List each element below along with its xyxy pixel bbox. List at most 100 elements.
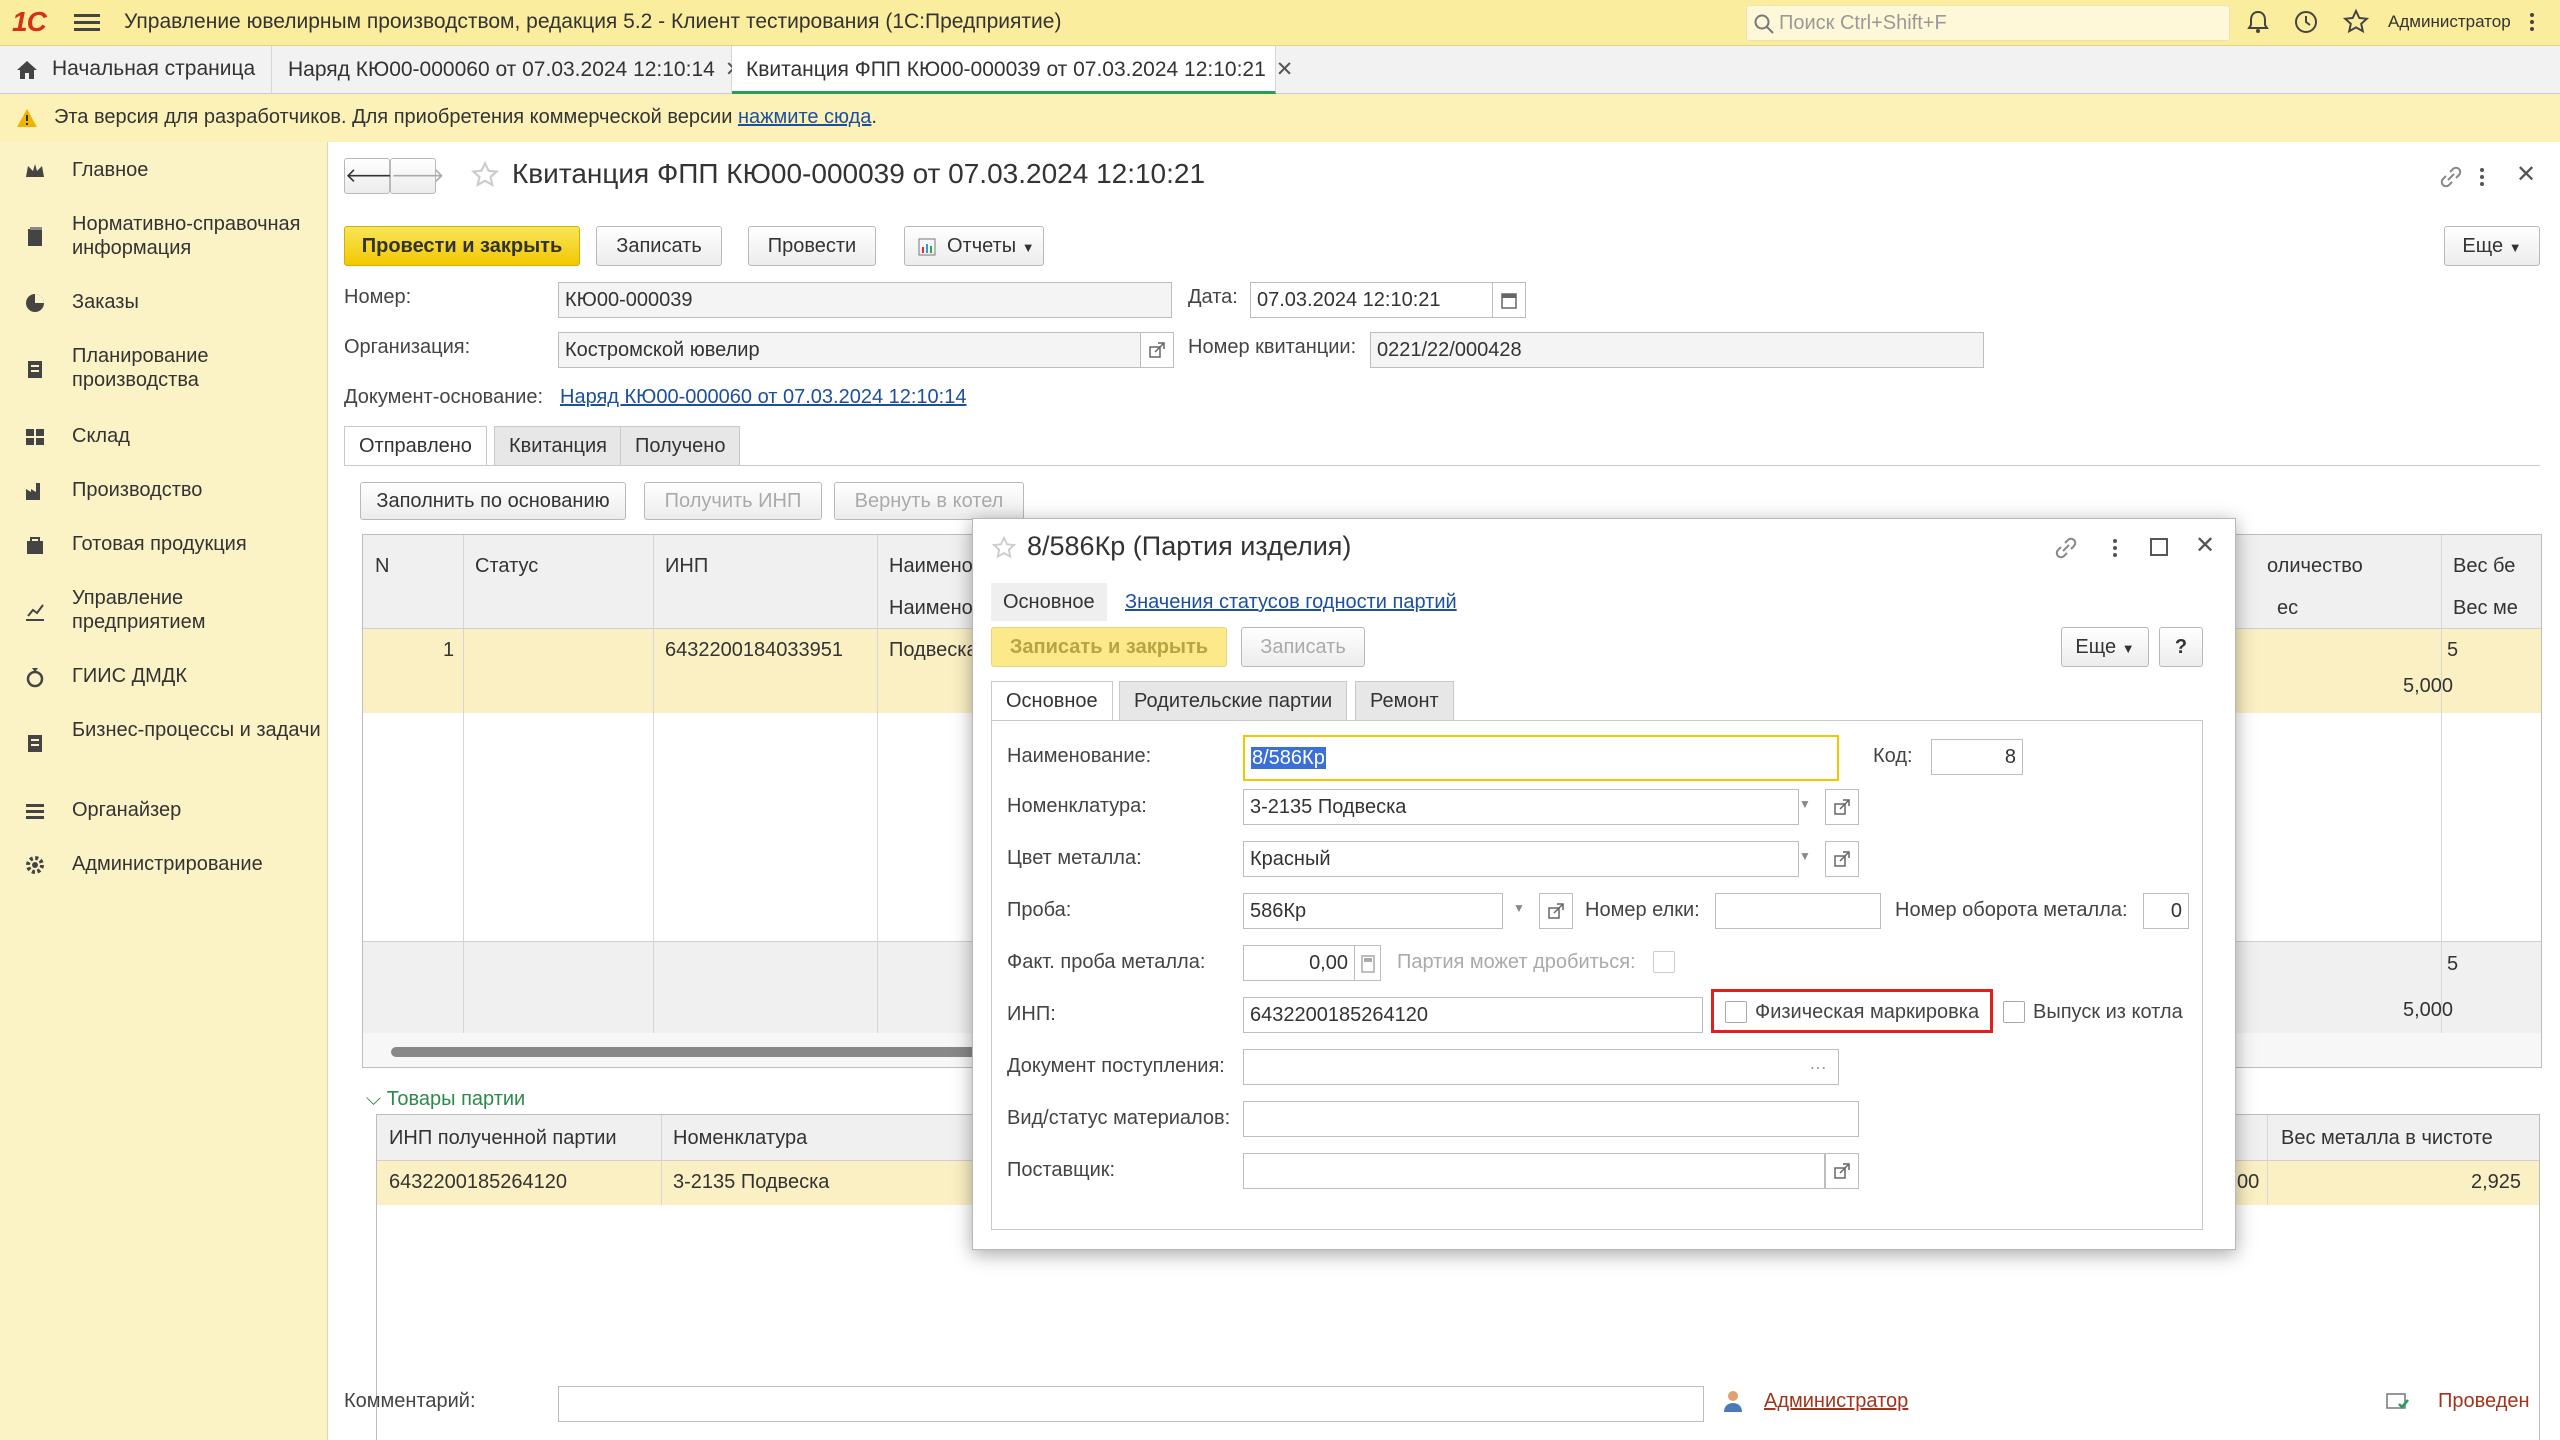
number-field[interactable]: КЮ00-000039 [558, 282, 1172, 318]
base-doc-link[interactable]: Наряд КЮ00-000060 от 07.03.2024 12:10:14 [560, 386, 966, 409]
calendar-icon [1501, 293, 1517, 309]
reports-button[interactable]: Отчеты ▼ [904, 226, 1044, 266]
col-header-metal[interactable]: Вес ме [2453, 597, 2518, 620]
phys-marking-checkbox[interactable] [1725, 1001, 1747, 1023]
fill-from-base-button[interactable]: Заполнить по основанию [360, 482, 626, 520]
date-field[interactable]: 07.03.2024 12:10:21 [1250, 282, 1500, 318]
receipt-no-field[interactable]: 0221/22/000428 [1370, 332, 1984, 368]
select-ellipsis-icon[interactable]: … [1809, 1053, 1827, 1074]
calculator-icon [1361, 955, 1375, 973]
maximize-icon[interactable] [2149, 537, 2169, 557]
buy-link[interactable]: нажмите сюда [738, 106, 871, 128]
dialog-title: 8/586Кр (Партия изделия) [1027, 531, 1352, 561]
release-label: Выпуск из котла [2033, 1001, 2183, 1023]
col-header-status[interactable]: Статус [475, 555, 538, 578]
dialog-tab-repair[interactable]: Ремонт [1355, 681, 1454, 721]
dialog-more-button[interactable]: Еще ▼ [2061, 627, 2149, 667]
chevron-down-icon: ▼ [1021, 240, 1035, 255]
back-button[interactable]: 🡐 [344, 158, 399, 194]
open-org-button[interactable] [1140, 332, 1174, 368]
tab-receipt[interactable]: Квитанция ФПП КЮ00-000039 от 07.03.2024 … [732, 46, 1293, 94]
open-nom-button[interactable] [1825, 789, 1859, 825]
open-probe-button[interactable] [1539, 893, 1573, 929]
comment-field[interactable] [558, 1386, 1704, 1422]
save-and-close-button[interactable]: Записать и закрыть [991, 627, 1227, 667]
col-header-inp[interactable]: ИНП [665, 555, 708, 578]
favorite-star-icon[interactable] [470, 160, 500, 190]
release-checkbox[interactable] [2003, 1001, 2025, 1023]
open-color-button[interactable] [1825, 841, 1859, 877]
book-icon [28, 227, 42, 246]
goods-section-toggle[interactable]: ⌵ Товары партии [366, 1088, 525, 1111]
code-field[interactable]: 8 [1931, 739, 2023, 775]
more-vertical-icon[interactable] [2109, 535, 2121, 561]
author-link[interactable]: Администратор [1764, 1390, 1908, 1413]
probe-field[interactable]: 586Кр [1243, 893, 1503, 929]
tab-received[interactable]: Получено [620, 426, 741, 466]
col-header-weight2[interactable]: ес [2277, 597, 2298, 620]
nom-field[interactable]: 3-2135 Подвеска [1243, 789, 1799, 825]
calculator-button[interactable] [1355, 945, 1381, 981]
number-label: Номер: [344, 286, 412, 308]
nav-status-values-link[interactable]: Значения статусов годности партий [1125, 591, 1457, 614]
calendar-button[interactable] [1492, 282, 1526, 318]
dialog-tab-main[interactable]: Основное [991, 681, 1113, 721]
turn-field[interactable]: 0 [2143, 893, 2189, 929]
dropdown-icon[interactable]: ▼ [1799, 849, 1811, 863]
goods-col-inp[interactable]: ИНП полученной партии [389, 1127, 617, 1150]
nav-main[interactable]: Основное [991, 583, 1107, 621]
color-field[interactable]: Красный [1243, 841, 1799, 877]
dropdown-icon[interactable]: ▼ [1799, 797, 1811, 811]
tree-field[interactable] [1715, 893, 1881, 929]
material-field[interactable] [1243, 1101, 1859, 1137]
fact-field[interactable]: 0,00 [1243, 945, 1355, 981]
org-field[interactable]: Костромской ювелир [558, 332, 1142, 368]
split-checkbox[interactable] [1653, 951, 1675, 973]
dialog-tab-parents[interactable]: Родительские партии [1119, 681, 1348, 721]
more-vertical-icon[interactable] [2526, 8, 2538, 36]
save-button[interactable]: Записать [596, 226, 722, 266]
close-form-icon[interactable]: ✕ [2516, 160, 2536, 189]
close-dialog-icon[interactable]: ✕ [2195, 531, 2215, 560]
link-icon[interactable] [2053, 535, 2079, 561]
bell-icon[interactable] [2244, 8, 2272, 36]
star-icon[interactable] [2342, 8, 2370, 36]
get-inp-button[interactable]: Получить ИНП [644, 482, 822, 520]
tab-home[interactable]: Начальная страница [0, 46, 272, 94]
probe-label: Проба: [1007, 899, 1072, 921]
more-button[interactable]: Еще ▼ [2444, 226, 2540, 266]
more-vertical-icon[interactable] [2476, 164, 2488, 190]
home-icon [17, 61, 37, 79]
search-input[interactable]: Поиск Ctrl+Shift+F [1746, 5, 2230, 41]
return-to-pot-button[interactable]: Вернуть в котел [834, 482, 1024, 520]
col-header-name2[interactable]: Наимено [889, 597, 973, 620]
tab-sent[interactable]: Отправлено [344, 426, 487, 466]
goods-col-weight[interactable]: Вес металла в чистоте [2281, 1127, 2493, 1150]
col-header-weight[interactable]: Вес бе [2453, 555, 2515, 578]
tab-order[interactable]: Наряд КЮ00-000060 от 07.03.2024 12:10:14… [274, 46, 742, 94]
post-button[interactable]: Провести [748, 226, 876, 266]
name-field[interactable]: 8/586Кр [1243, 735, 1839, 781]
row-qty2: 5,000 [2403, 675, 2454, 697]
dropdown-icon[interactable]: ▼ [1513, 901, 1525, 915]
post-and-close-button[interactable]: Провести и закрыть [344, 226, 580, 266]
dialog-save-button[interactable]: Записать [1241, 627, 1365, 667]
inp-field[interactable]: 6432200185264120 [1243, 997, 1703, 1033]
close-icon[interactable]: ✕ [1276, 58, 1294, 81]
tab-receipt-data[interactable]: Квитанция [494, 426, 623, 466]
receipt-doc-field[interactable] [1243, 1049, 1839, 1085]
link-icon[interactable] [2438, 164, 2464, 190]
user-name[interactable]: Администратор [2388, 12, 2511, 32]
col-header-qty[interactable]: оличество [2267, 555, 2363, 578]
dialog-more-label: Еще [2075, 636, 2117, 658]
col-header-name[interactable]: Наимено [889, 555, 973, 578]
history-icon[interactable] [2292, 8, 2320, 36]
supplier-field[interactable] [1243, 1153, 1825, 1189]
col-header-n[interactable]: N [375, 555, 389, 578]
menu-icon[interactable] [74, 10, 100, 34]
goods-col-nom[interactable]: Номенклатура [673, 1127, 807, 1150]
favorite-star-icon[interactable] [991, 535, 1017, 561]
forward-button[interactable]: 🡒 [390, 158, 445, 194]
open-supplier-button[interactable] [1825, 1153, 1859, 1189]
help-button[interactable]: ? [2159, 627, 2203, 667]
